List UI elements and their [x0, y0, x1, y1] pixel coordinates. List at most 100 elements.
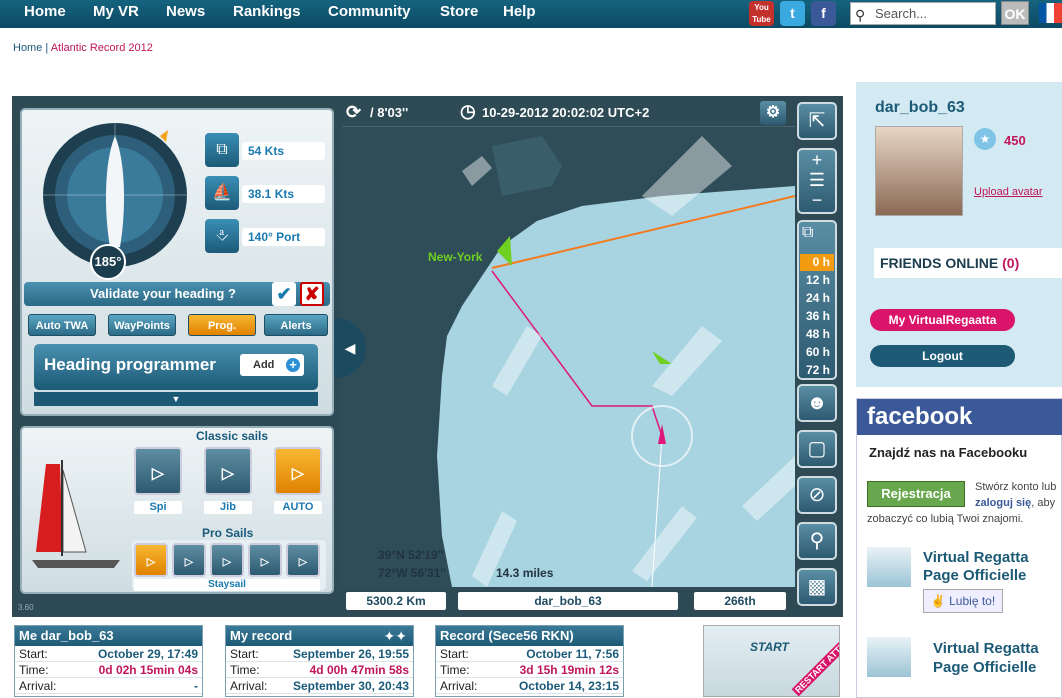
top-navigation: Home My VR News Rankings Community Store… — [0, 0, 1062, 28]
nav-rankings[interactable]: Rankings — [233, 3, 301, 20]
hide-wind-icon[interactable]: ⊘ — [797, 476, 837, 514]
stat-value: October 29, 17:49 — [97, 647, 198, 661]
tab-alerts[interactable]: Alerts — [264, 314, 328, 336]
classic-sails-title: Classic sails — [196, 429, 269, 443]
magnifier-icon[interactable]: ⚲ — [797, 522, 837, 560]
points-value: 450 — [1004, 133, 1026, 148]
heading-programmer-title: Heading programmer — [44, 355, 216, 374]
longitude-readout: 72°W 56'31'' — [378, 566, 447, 580]
center-view-icon[interactable]: ▢ — [797, 430, 837, 468]
breadcrumb-current[interactable]: Atlantic Record 2012 — [51, 42, 153, 54]
add-program-button[interactable]: Add + — [240, 354, 304, 376]
sailing-map[interactable]: New-York 39°N 52'19'' 72°W 56'31'' 14.3 … — [342, 126, 795, 587]
refresh-icon[interactable]: ⟳ — [346, 102, 361, 123]
breadcrumb-home[interactable]: Home — [13, 42, 42, 54]
pro-sail-name: Staysail — [134, 579, 320, 591]
map-bottom-bar: 5300.2 Km dar_bob_63 266th — [342, 591, 795, 613]
points-icon: ★ — [974, 128, 996, 150]
forecast-hour[interactable]: 48 h — [800, 326, 834, 343]
stat-label: Arrival: — [230, 679, 268, 693]
my-virtualregatta-button[interactable]: My VirtualRegaatta — [870, 309, 1015, 331]
pro-sail-3-button[interactable]: ▹ — [210, 543, 244, 577]
boat-sail-icon — [32, 460, 120, 568]
facebook-register-button[interactable]: Rejestracja — [867, 481, 965, 507]
stat-label: Start: — [230, 647, 259, 661]
clock-icon: ◷ — [460, 101, 476, 121]
sparkle-icon: ✦✦ — [383, 628, 407, 644]
facebook-find-us: Znajdź nas na Facebooku — [869, 445, 1028, 460]
jib-sail-label: Jib — [204, 501, 252, 514]
nav-my-vr[interactable]: My VR — [93, 3, 139, 20]
forecast-hour[interactable]: 0 h — [800, 254, 834, 271]
forecast-hour[interactable]: 24 h — [800, 290, 834, 307]
podium-icon[interactable]: ▩ — [797, 568, 837, 606]
game-area: 185° ⧉ 54 Kts ⛵ 38.1 Kts ⎀ 140° Port Val… — [12, 96, 843, 617]
stat-value: - — [194, 679, 198, 693]
stat-label: Start: — [440, 647, 469, 661]
zoom-control[interactable]: + ☰ − — [797, 148, 837, 214]
facebook-page-1-title[interactable]: Virtual Regatta Page Officielle — [923, 549, 1062, 585]
spi-sail-button[interactable]: ▹ — [134, 447, 182, 495]
city-label: New-York — [428, 250, 483, 264]
logout-button[interactable]: Logout — [870, 345, 1015, 367]
nav-community[interactable]: Community — [328, 3, 411, 20]
wind-sock-icon: ⧉ — [205, 133, 239, 167]
nav-help[interactable]: Help — [503, 3, 536, 20]
facebook-like-button[interactable]: ✌ Lubię to! — [923, 589, 1003, 613]
player-name: dar_bob_63 — [458, 592, 678, 610]
stat-value: September 30, 20:43 — [292, 679, 409, 693]
validate-heading-label: Validate your heading ? — [90, 286, 236, 301]
staysail-button[interactable]: ▹ — [134, 543, 168, 577]
pro-sail-5-button[interactable]: ▹ — [286, 543, 320, 577]
latitude-readout: 39°N 52'19'' — [378, 548, 444, 562]
stat-label: Arrival: — [440, 679, 478, 693]
user-sidebar: dar_bob_63 ★ 450 Upload avatar FRIENDS O… — [856, 82, 1062, 387]
cancel-heading-button[interactable]: ✘ — [300, 282, 324, 306]
validate-check-button[interactable]: ✔ — [272, 282, 296, 306]
nav-store[interactable]: Store — [440, 3, 478, 20]
forecast-hour[interactable]: 12 h — [800, 272, 834, 289]
like-label: Lubię to! — [949, 594, 996, 608]
cycle-timer: / 8'03'' — [370, 105, 409, 120]
stat-label: Arrival: — [19, 679, 57, 693]
language-flag-icon[interactable] — [1039, 3, 1062, 23]
stat-value: 0d 02h 15min 04s — [98, 663, 198, 677]
expand-arrow-icon[interactable]: ▼ — [34, 392, 318, 406]
jib-sail-button[interactable]: ▹ — [204, 447, 252, 495]
pro-sail-2-button[interactable]: ▹ — [172, 543, 206, 577]
friends-online-box: FRIENDS ONLINE (0) — [874, 248, 1062, 278]
tab-prog[interactable]: Prog. — [188, 314, 256, 336]
facebook-register-text: Stwórz konto lub — [975, 481, 1057, 493]
stat-value: October 11, 7:56 — [526, 647, 619, 661]
search-ok-button[interactable]: OK — [1001, 1, 1029, 25]
sidebar-username: dar_bob_63 — [875, 99, 965, 116]
youtube-icon[interactable]: You Tube — [749, 1, 774, 26]
players-icon[interactable]: ☻ — [797, 384, 837, 422]
fullscreen-icon[interactable]: ⇱ — [797, 102, 837, 140]
pro-sail-4-button[interactable]: ▹ — [248, 543, 282, 577]
settings-gear-icon[interactable]: ⚙ — [760, 101, 786, 125]
facebook-login-link[interactable]: zaloguj się — [975, 497, 1031, 509]
forecast-hour[interactable]: 60 h — [800, 344, 834, 361]
map-top-bar: ⟳ / 8'03'' ◷ 10-29-2012 20:02:02 UTC+2 ⚙ — [342, 100, 795, 126]
add-label: Add — [253, 359, 275, 371]
facebook-page-2-title[interactable]: Virtual Regatta Page Officielle — [933, 639, 1062, 677]
plus-icon: + — [286, 358, 300, 372]
vr-page-logo-icon — [867, 637, 911, 677]
tab-waypoints[interactable]: WayPoints — [108, 314, 176, 336]
restart-attempt-button[interactable]: START RESTART ATTEMPT — [703, 625, 840, 697]
breadcrumb: Home | Atlantic Record 2012 — [13, 42, 153, 54]
search-input[interactable]: ⚲ Search... — [850, 2, 996, 25]
wind-angle-icon: ⎀ — [205, 219, 239, 253]
auto-sail-button[interactable]: ▹ — [274, 447, 322, 495]
nav-news[interactable]: News — [166, 3, 205, 20]
facebook-icon[interactable]: f — [811, 1, 836, 26]
nav-home[interactable]: Home — [24, 3, 66, 20]
forecast-hour[interactable]: 36 h — [800, 308, 834, 325]
upload-avatar-link[interactable]: Upload avatar — [974, 186, 1043, 198]
stat-value: 4d 00h 47min 58s — [309, 663, 409, 677]
forecast-hour[interactable]: 72 h — [800, 362, 834, 379]
stats-my-record: My record ✦✦ Start: September 26, 19:55 T… — [225, 625, 414, 697]
twitter-icon[interactable]: t — [780, 1, 805, 26]
tab-auto-twa[interactable]: Auto TWA — [28, 314, 96, 336]
